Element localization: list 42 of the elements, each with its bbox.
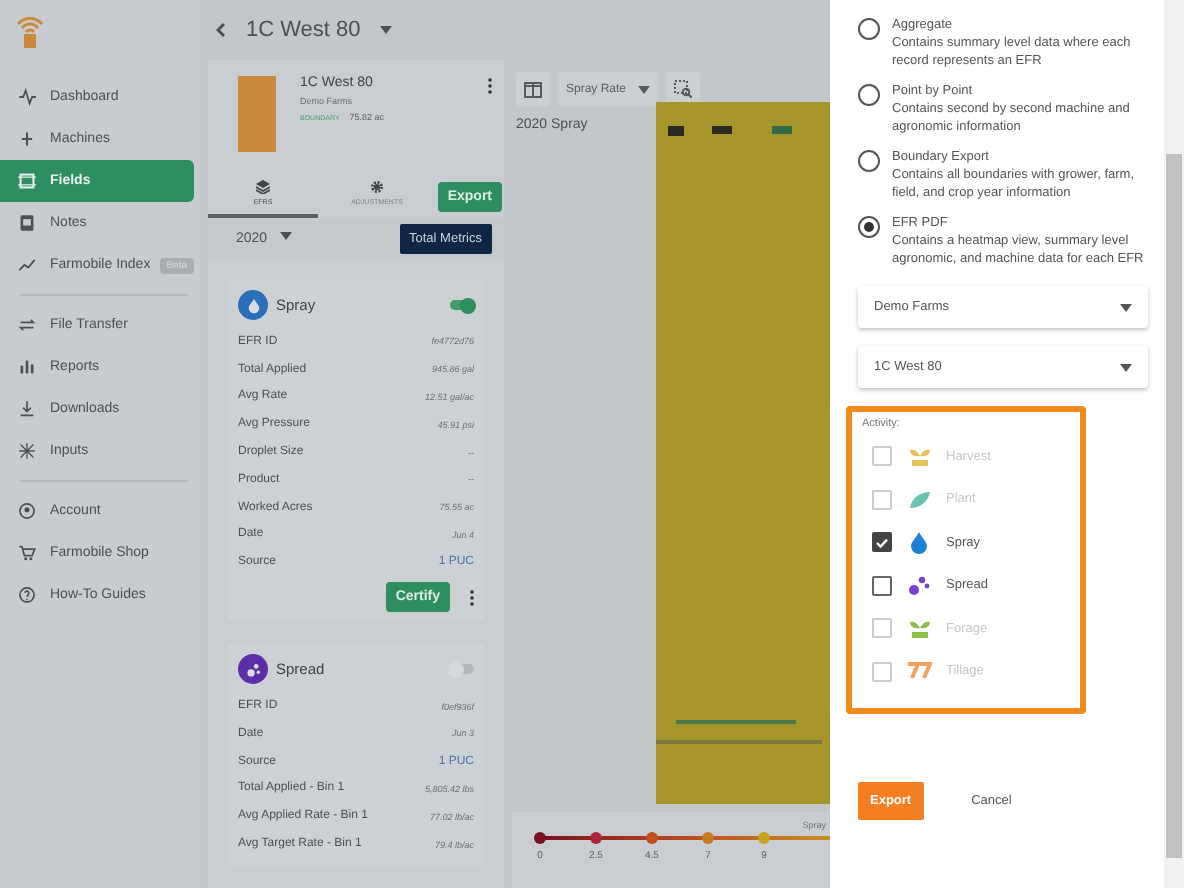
sprout-icon — [907, 446, 931, 467]
toggle-switch[interactable] — [450, 300, 474, 310]
slashes-icon — [906, 662, 932, 681]
dots-icon — [908, 574, 930, 597]
checkbox[interactable] — [872, 532, 892, 553]
radio-button[interactable] — [858, 18, 880, 40]
frame-icon — [18, 172, 36, 190]
caret-icon[interactable] — [380, 26, 393, 34]
scrollbar-thumb[interactable] — [1166, 154, 1182, 858]
arrows-icon — [18, 316, 36, 334]
help-icon — [18, 586, 36, 604]
asterisk-icon — [18, 442, 36, 460]
trend-icon — [18, 256, 36, 274]
radio-button[interactable] — [858, 83, 880, 106]
leaf-icon — [907, 489, 931, 510]
caret-icon — [279, 232, 292, 240]
back-icon[interactable] — [216, 22, 226, 38]
field-title[interactable]: 1C West 80 — [246, 18, 361, 42]
toggle-switch[interactable] — [450, 664, 474, 675]
droplet-icon — [238, 290, 268, 320]
bar-chart-icon — [18, 358, 36, 376]
zoom-selection-icon — [674, 80, 693, 98]
plus-icon — [18, 130, 36, 148]
person-circle-icon — [18, 502, 36, 520]
radio-button[interactable] — [858, 215, 880, 238]
caret-icon — [1120, 303, 1132, 312]
cart-icon — [18, 544, 36, 562]
radio-button[interactable] — [858, 149, 880, 172]
pulse-icon — [18, 88, 36, 106]
dots-icon — [238, 654, 268, 685]
caret-icon — [638, 85, 651, 93]
checkbox[interactable] — [872, 575, 892, 596]
droplet-icon — [910, 531, 928, 554]
field-thumbnail — [238, 76, 276, 152]
download-icon — [18, 400, 36, 418]
layers-icon — [256, 180, 270, 194]
sprout-icon — [907, 618, 931, 639]
caret-icon — [1120, 363, 1132, 372]
columns-icon — [524, 81, 542, 97]
note-icon — [18, 214, 36, 232]
split-view-button[interactable] — [516, 72, 550, 106]
gear-icon — [370, 180, 384, 194]
